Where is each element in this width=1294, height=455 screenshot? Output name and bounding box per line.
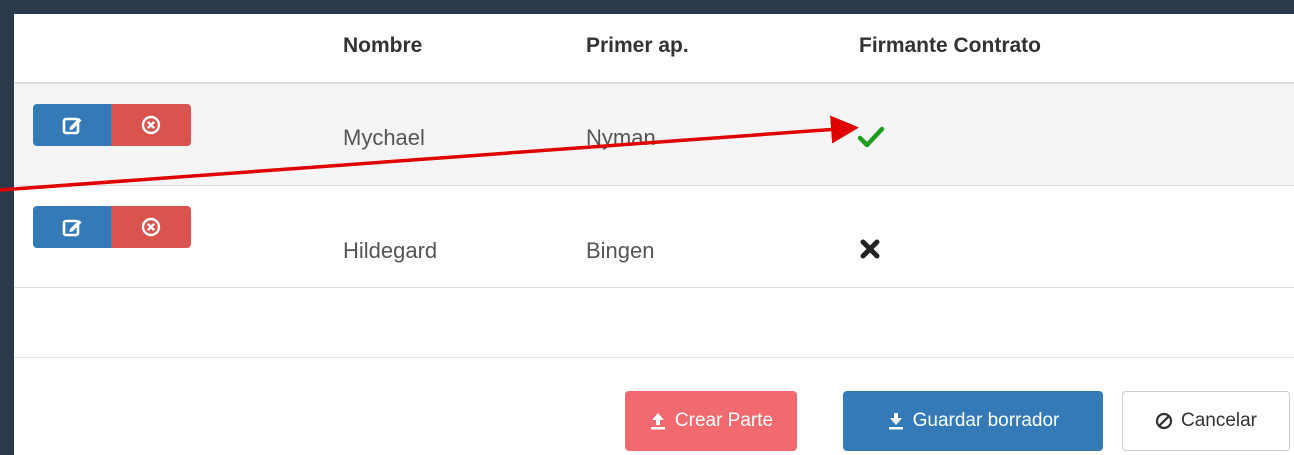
col-header-surname: Primer ap. [586, 34, 689, 57]
form-panel: Nombre Primer ap. Firmante Contrato Mych… [14, 14, 1294, 455]
edit-icon [62, 219, 82, 237]
table-header: Nombre Primer ap. Firmante Contrato [14, 14, 1294, 84]
remove-circle-icon [141, 217, 161, 237]
upload-icon [650, 413, 665, 430]
crear-parte-button[interactable]: Crear Parte [625, 391, 797, 451]
cell-name: Hildegard [343, 238, 438, 263]
delete-button[interactable] [111, 206, 191, 248]
cross-icon [859, 238, 881, 265]
footer-divider [14, 357, 1294, 358]
edit-button[interactable] [33, 104, 111, 146]
table-row: Mychael Nyman [14, 84, 1294, 186]
cell-surname: Nyman [586, 125, 656, 150]
check-icon [857, 125, 885, 154]
guardar-borrador-label: Guardar borrador [912, 410, 1060, 431]
remove-circle-icon [141, 115, 161, 135]
cancelar-button[interactable]: Cancelar [1122, 391, 1290, 451]
table-row: Hildegard Bingen [14, 186, 1294, 288]
download-icon [888, 413, 903, 430]
cell-name: Mychael [343, 125, 425, 150]
crear-parte-label: Crear Parte [674, 410, 774, 431]
cancelar-label: Cancelar [1180, 410, 1258, 431]
col-header-signer: Firmante Contrato [859, 34, 1042, 57]
cell-surname: Bingen [586, 238, 655, 263]
col-header-name: Nombre [343, 34, 423, 57]
edit-icon [62, 117, 82, 135]
guardar-borrador-button[interactable]: Guardar borrador [843, 391, 1103, 451]
delete-button[interactable] [111, 104, 191, 146]
ban-icon [1155, 412, 1173, 430]
edit-button[interactable] [33, 206, 111, 248]
